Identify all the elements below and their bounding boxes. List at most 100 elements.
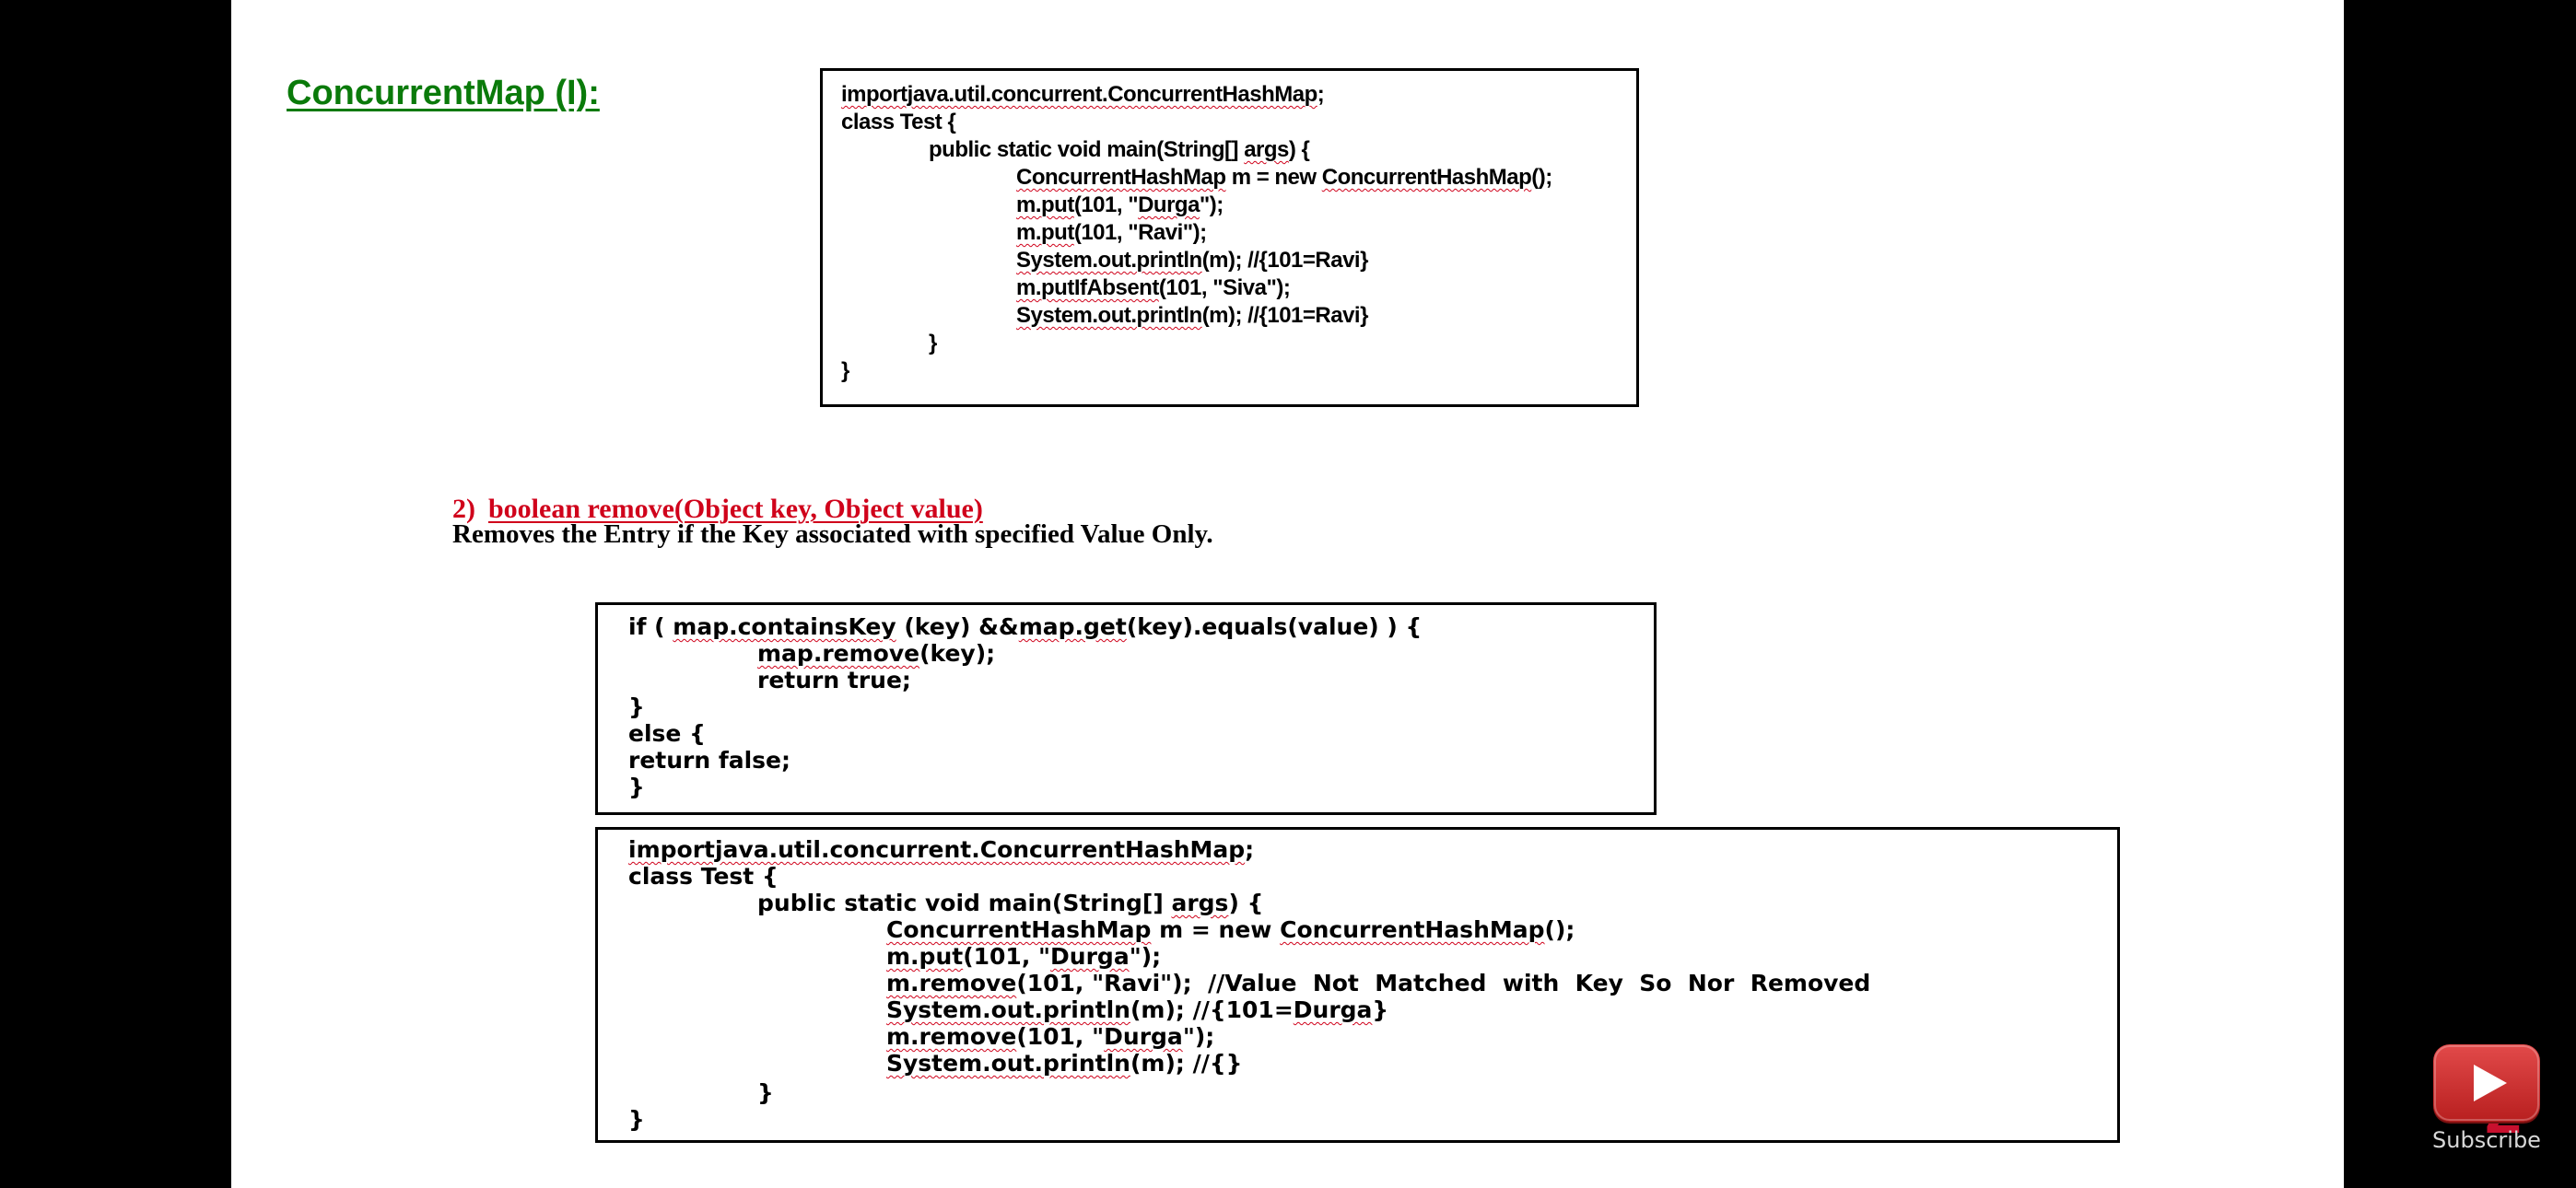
code-token: ConcurrentHashMap bbox=[1280, 916, 1545, 943]
code-token: } bbox=[628, 774, 645, 800]
code-token: public static void main(String[] bbox=[757, 890, 1172, 916]
code-token: System.out.println bbox=[886, 1050, 1130, 1077]
code-line: return true; bbox=[757, 669, 911, 692]
code-line: if ( map.containsKey (key) &&map.get(key… bbox=[628, 615, 1422, 638]
code-token: (key) && bbox=[896, 613, 1019, 640]
code-token: return true; bbox=[757, 667, 911, 693]
code-token: ) { bbox=[1228, 890, 1264, 916]
code-token: (); bbox=[1544, 916, 1575, 943]
code-token: "); bbox=[1129, 943, 1162, 970]
code-token: Durga bbox=[1050, 943, 1130, 970]
code-block-remove-example: importjava.util.concurrent.ConcurrentHas… bbox=[595, 827, 2120, 1143]
code-token: } bbox=[628, 693, 645, 720]
code-token: ConcurrentHashMap bbox=[1321, 165, 1532, 190]
code-token: (101, " bbox=[1073, 192, 1139, 217]
code-line: m.put(101, "Durga"); bbox=[1016, 194, 1224, 216]
code-line: importjava.util.concurrent.ConcurrentHas… bbox=[628, 838, 1254, 861]
code-token: System.out.println bbox=[886, 996, 1130, 1023]
code-token: (101, " bbox=[963, 943, 1051, 970]
code-token: } bbox=[628, 1106, 645, 1133]
code-token: class Test { bbox=[628, 863, 779, 890]
code-token: Durga bbox=[1104, 1023, 1183, 1050]
code-token: m.put bbox=[886, 943, 964, 970]
code-line: System.out.println(m); //{101=Ravi} bbox=[1016, 250, 1368, 272]
code-block-remove-logic: if ( map.containsKey (key) &&map.get(key… bbox=[595, 602, 1657, 815]
code-token: public static void main(String[] bbox=[929, 137, 1245, 162]
code-line: System.out.println(m); //{101=Ravi} bbox=[1016, 305, 1368, 327]
code-token: m.put bbox=[1016, 192, 1074, 217]
slide-title: ConcurrentMap (I): bbox=[287, 74, 600, 112]
code-token: ; bbox=[1317, 82, 1325, 107]
code-line: } bbox=[757, 1081, 774, 1104]
code-token: Durga bbox=[1138, 192, 1200, 217]
code-token: importjava.util.concurrent.ConcurrentHas… bbox=[628, 836, 1246, 863]
play-icon[interactable] bbox=[2433, 1044, 2540, 1122]
code-line: else { bbox=[628, 722, 706, 745]
code-token: (101, " bbox=[1016, 1023, 1105, 1050]
subscribe-label: Subscribe bbox=[2432, 1127, 2541, 1153]
code-token: m.remove bbox=[886, 1023, 1017, 1050]
code-token: (101, "Siva"); bbox=[1158, 275, 1291, 300]
code-token: } bbox=[929, 331, 937, 355]
code-token: m.remove bbox=[886, 970, 1017, 996]
code-token: map.get bbox=[1018, 613, 1127, 640]
code-line: m.remove(101, "Ravi"); //Value Not Match… bbox=[886, 972, 1870, 995]
code-token: map.containsKey bbox=[673, 613, 896, 640]
code-token: (m); //{101=Ravi} bbox=[1201, 303, 1369, 328]
code-token: (101, "Ravi"); //Value Not Matched with … bbox=[1016, 970, 1871, 996]
code-line: public static void main(String[] args) { bbox=[929, 137, 1310, 162]
code-line: importjava.util.concurrent.ConcurrentHas… bbox=[841, 82, 1325, 107]
code-line: class Test { bbox=[841, 110, 956, 134]
code-token: ; bbox=[1245, 836, 1255, 863]
code-token: Durga bbox=[1293, 996, 1373, 1023]
code-line: m.remove(101, "Durga"); bbox=[886, 1025, 1214, 1048]
code-block-putifabsent: importjava.util.concurrent.ConcurrentHas… bbox=[820, 68, 1639, 407]
subscribe-button[interactable]: Subscribe bbox=[2430, 1044, 2543, 1153]
code-line: } bbox=[628, 695, 645, 718]
code-line: System.out.println(m); //{101=Durga} bbox=[886, 998, 1388, 1021]
code-token: (m); //{} bbox=[1130, 1050, 1243, 1077]
code-line: } bbox=[628, 775, 645, 798]
code-token: "); bbox=[1199, 192, 1224, 217]
slide: ConcurrentMap (I): importjava.util.concu… bbox=[231, 0, 2522, 1188]
code-line: m.put(101, "Durga"); bbox=[886, 945, 1161, 968]
code-token: m.putIfAbsent bbox=[1016, 275, 1159, 300]
code-token: if ( bbox=[628, 613, 673, 640]
code-token: } bbox=[757, 1079, 774, 1106]
code-token: (101, "Ravi"); bbox=[1073, 220, 1207, 245]
code-token: (key); bbox=[919, 640, 996, 667]
code-token: (key).equals(value) ) { bbox=[1126, 613, 1423, 640]
code-token: m = new bbox=[1225, 165, 1322, 190]
code-token: (); bbox=[1531, 165, 1552, 190]
code-token: args bbox=[1244, 137, 1289, 162]
video-frame: ConcurrentMap (I): importjava.util.concu… bbox=[0, 0, 2576, 1188]
code-token: map.remove bbox=[757, 640, 920, 667]
code-token: } bbox=[1372, 996, 1389, 1023]
code-line: m.putIfAbsent(101, "Siva"); bbox=[1016, 275, 1291, 300]
code-token: System.out.println bbox=[1016, 248, 1202, 273]
code-line: class Test { bbox=[628, 865, 779, 888]
code-line: } bbox=[929, 332, 937, 355]
code-line: } bbox=[628, 1108, 645, 1131]
code-token: args bbox=[1171, 890, 1229, 916]
code-token: else { bbox=[628, 720, 706, 747]
code-token: } bbox=[841, 358, 849, 383]
code-token: importjava.util.concurrent.ConcurrentHas… bbox=[841, 82, 1317, 107]
code-token: System.out.println bbox=[1016, 303, 1202, 328]
code-token: ConcurrentHashMap bbox=[1016, 165, 1226, 190]
code-line: map.remove(key); bbox=[757, 642, 995, 665]
code-token: ) { bbox=[1288, 137, 1310, 162]
code-token: m = new bbox=[1151, 916, 1281, 943]
code-token: return false; bbox=[628, 747, 791, 774]
code-line: ConcurrentHashMap m = new ConcurrentHash… bbox=[886, 918, 1575, 941]
code-token: (m); //{101= bbox=[1130, 996, 1294, 1023]
code-token: class Test { bbox=[841, 110, 956, 134]
code-line: public static void main(String[] args) { bbox=[757, 891, 1263, 914]
code-token: ConcurrentHashMap bbox=[886, 916, 1152, 943]
code-line: } bbox=[841, 360, 849, 382]
code-token: "); bbox=[1182, 1023, 1215, 1050]
section-description: Removes the Entry if the Key associated … bbox=[452, 519, 1213, 549]
code-token: m.put bbox=[1016, 220, 1074, 245]
code-line: ConcurrentHashMap m = new ConcurrentHash… bbox=[1016, 167, 1552, 189]
code-line: m.put(101, "Ravi"); bbox=[1016, 222, 1207, 244]
